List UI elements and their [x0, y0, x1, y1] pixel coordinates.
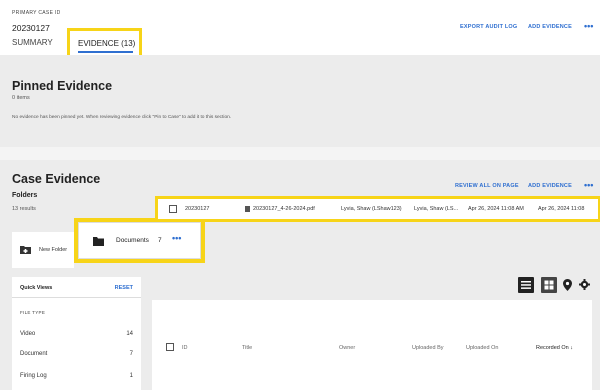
case-header: PRIMARY CASE ID 20230127 SUMMARY EVIDENC… [0, 0, 600, 62]
results-count: 13 results [12, 206, 36, 212]
column-header-uploaded-on[interactable]: Uploaded On [466, 345, 498, 351]
quick-views-panel: Quick Views RESET FILE TYPE Video 14 Doc… [12, 277, 141, 390]
row-checkbox[interactable] [169, 205, 177, 213]
folder-name: Documents [116, 237, 149, 244]
grid-view-icon[interactable] [541, 277, 557, 293]
cell-id: 20230127 [185, 205, 210, 212]
cell-title[interactable]: 20230127_4-26-2024.pdf [253, 206, 315, 212]
pinned-evidence-section: Pinned Evidence 0 items No evidence has … [0, 55, 600, 147]
quick-views-reset-button[interactable]: RESET [115, 285, 133, 291]
column-header-id[interactable]: ID [182, 345, 188, 351]
list-view-icon[interactable] [518, 277, 534, 293]
case-evidence-section: Case Evidence Folders 13 results REVIEW … [0, 160, 600, 390]
quick-view-count: 1 [129, 373, 133, 379]
cell-owner: Lyvia, Shaw (LShaw123) [341, 205, 402, 212]
column-header-title[interactable]: Title [242, 345, 252, 351]
header-more-icon[interactable]: ••• [584, 21, 593, 31]
tab-summary[interactable]: SUMMARY [12, 38, 53, 47]
add-evidence-button[interactable]: ADD EVIDENCE [528, 24, 572, 30]
quick-view-item-firing-log[interactable]: Firing Log 1 [20, 373, 133, 379]
quick-view-label: Document [20, 351, 48, 357]
new-folder-button[interactable]: New Folder [12, 232, 74, 268]
pinned-evidence-title: Pinned Evidence [12, 79, 113, 93]
pinned-empty-message: No evidence has been pinned yet. When re… [12, 115, 232, 120]
tab-evidence-label: EVIDENCE (13) [78, 39, 136, 48]
active-tab-indicator [78, 51, 133, 53]
quick-view-item-video[interactable]: Video 14 [20, 331, 133, 337]
quick-view-label: Firing Log [20, 373, 47, 379]
case-id-label: PRIMARY CASE ID [12, 10, 61, 16]
quick-view-label: Video [20, 331, 36, 337]
cell-uploaded-by: Lyvia, Shaw (LS... [414, 205, 459, 212]
file-type-heading: FILE TYPE [20, 310, 46, 315]
divider [12, 297, 141, 298]
new-folder-icon [20, 246, 31, 254]
cell-uploaded-on: Apr 26, 2024 11:08 AM [468, 205, 524, 212]
cell-recorded-on: Apr 26, 2024 11:08 [538, 205, 585, 212]
quick-views-title: Quick Views [20, 285, 53, 291]
column-header-owner[interactable]: Owner [339, 345, 355, 351]
folder-count: 7 [158, 237, 162, 244]
documents-folder-highlight: Documents 7 ••• [74, 218, 205, 263]
export-audit-log-button[interactable]: EXPORT AUDIT LOG [460, 24, 517, 30]
pinned-item-count: 0 items [12, 95, 30, 101]
case-id-value: 20230127 [12, 23, 50, 33]
new-folder-label: New Folder [39, 247, 68, 253]
column-header-uploaded-by[interactable]: Uploaded By [412, 345, 444, 351]
column-header-recorded-on[interactable]: Recorded On ↓ [536, 345, 573, 351]
folder-icon [93, 237, 104, 246]
documents-folder[interactable]: Documents 7 ••• [78, 222, 201, 259]
quick-view-count: 7 [129, 351, 133, 357]
folder-more-icon[interactable]: ••• [172, 233, 181, 243]
review-all-button[interactable]: REVIEW ALL ON PAGE [455, 183, 519, 189]
map-pin-icon[interactable] [563, 279, 572, 291]
folders-heading: Folders [12, 192, 38, 199]
case-evidence-title: Case Evidence [12, 172, 101, 186]
quick-view-item-document[interactable]: Document 7 [20, 351, 133, 357]
settings-gear-icon[interactable] [579, 279, 590, 290]
section-gap [0, 147, 600, 160]
table-row[interactable]: 20230127 20230127_4-26-2024.pdf Lyvia, S… [158, 199, 598, 219]
add-evidence-button-secondary[interactable]: ADD EVIDENCE [528, 183, 572, 189]
table-row-highlight: 20230127 20230127_4-26-2024.pdf Lyvia, S… [155, 196, 600, 222]
evidence-table: ID Title Owner Uploaded By Uploaded On R… [152, 300, 592, 390]
select-all-checkbox[interactable] [166, 343, 174, 351]
case-evidence-more-icon[interactable]: ••• [584, 180, 593, 190]
quick-view-count: 14 [126, 331, 133, 337]
document-icon [245, 206, 250, 212]
